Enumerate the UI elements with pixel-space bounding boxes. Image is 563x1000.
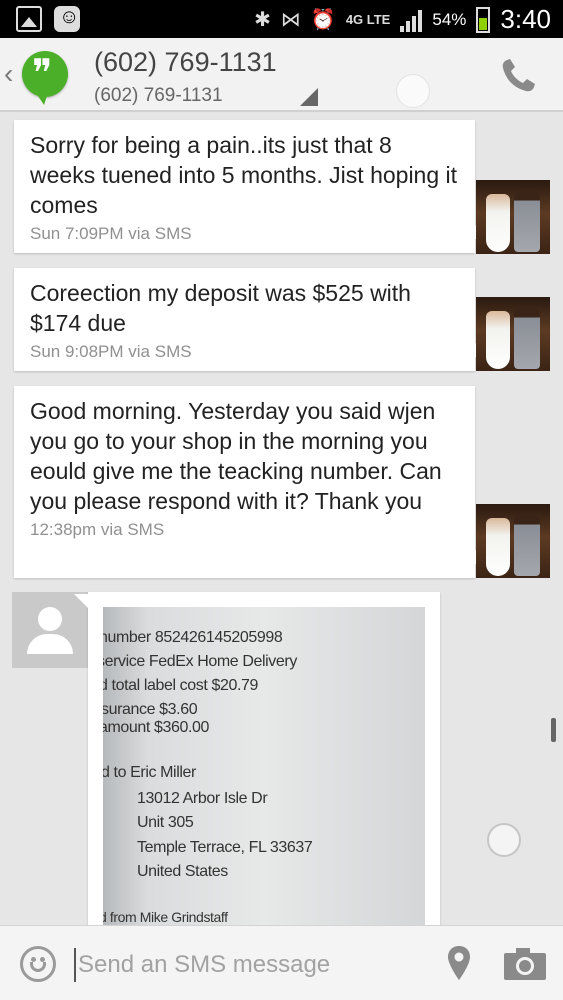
battery-percent: 54% bbox=[432, 9, 467, 29]
scrollbar-thumb[interactable] bbox=[551, 718, 556, 742]
clock: 3:40 bbox=[500, 4, 551, 34]
receipt-line: number 852426145205998 bbox=[103, 629, 283, 646]
receipt-line: d from Mike Grindstaff bbox=[103, 909, 228, 925]
action-bar: ‹ (602) 769-1131 (602) 769-1131 bbox=[0, 38, 563, 112]
message-text: Good morning. Yesterday you said wjen yo… bbox=[30, 398, 442, 514]
receipt-line: amount $360.00 bbox=[103, 719, 210, 736]
smiley-icon[interactable] bbox=[20, 946, 56, 982]
shipping-receipt-photo[interactable]: number 852426145205998 service FedEx Hom… bbox=[103, 607, 425, 932]
nfc-icon: ⋈ bbox=[280, 9, 301, 31]
contact-number-selector[interactable]: (602) 769-1131 bbox=[94, 85, 223, 107]
location-pin-icon[interactable] bbox=[445, 944, 473, 984]
receipt-line: United States bbox=[137, 863, 228, 880]
hangouts-logo-icon[interactable] bbox=[22, 51, 68, 105]
camera-icon[interactable] bbox=[502, 946, 548, 982]
gallery-icon bbox=[16, 6, 42, 32]
receipt-line: d total label cost $20.79 bbox=[103, 677, 259, 694]
receipt-line: d to Eric Miller bbox=[103, 764, 196, 781]
floating-touch-indicator bbox=[487, 823, 521, 857]
message-timestamp: 12:38pm via SMS bbox=[30, 520, 165, 539]
dropdown-triangle-icon[interactable] bbox=[300, 88, 318, 106]
receipt-line: Unit 305 bbox=[137, 814, 194, 831]
alarm-icon: ⏰ bbox=[310, 9, 336, 31]
message-text: Sorry for being a pain..its just that 8 … bbox=[30, 132, 458, 218]
message-bubble[interactable]: Coreection my deposit was $525 with $174… bbox=[14, 268, 489, 371]
receipt-line: service FedEx Home Delivery bbox=[103, 653, 297, 670]
floating-touch-indicator bbox=[396, 74, 430, 108]
battery-icon bbox=[476, 6, 491, 33]
message-timestamp: Sun 9:08PM via SMS bbox=[30, 342, 192, 361]
message-bubble[interactable]: Good morning. Yesterday you said wjen yo… bbox=[14, 386, 489, 578]
compose-bar bbox=[0, 925, 563, 1000]
back-chevron-icon[interactable]: ‹ bbox=[4, 58, 13, 90]
contact-title: (602) 769-1131 bbox=[94, 47, 277, 77]
receipt-line: surance $3.60 bbox=[103, 701, 198, 718]
bubble-tail bbox=[74, 594, 88, 608]
receipt-line: Temple Terrace, FL 33637 bbox=[137, 839, 313, 856]
status-bar: ✱ ⋈ ⏰ 4G LTE 54% 3:40 bbox=[0, 0, 563, 38]
phone-icon[interactable] bbox=[498, 56, 538, 96]
message-text: Coreection my deposit was $525 with $174… bbox=[30, 280, 411, 336]
sms-message-input[interactable] bbox=[74, 948, 414, 982]
message-bubble[interactable]: Sorry for being a pain..its just that 8 … bbox=[14, 120, 489, 253]
sender-avatar[interactable] bbox=[476, 297, 550, 371]
signal-icon bbox=[400, 8, 423, 32]
sender-avatar[interactable] bbox=[476, 504, 550, 578]
bluetooth-icon: ✱ bbox=[254, 9, 271, 31]
sender-avatar[interactable] bbox=[476, 180, 550, 254]
messenger-icon bbox=[54, 6, 80, 32]
network-type: 4G LTE bbox=[345, 12, 391, 27]
receipt-line: 13012 Arbor Isle Dr bbox=[137, 790, 268, 807]
message-timestamp: Sun 7:09PM via SMS bbox=[30, 224, 192, 243]
